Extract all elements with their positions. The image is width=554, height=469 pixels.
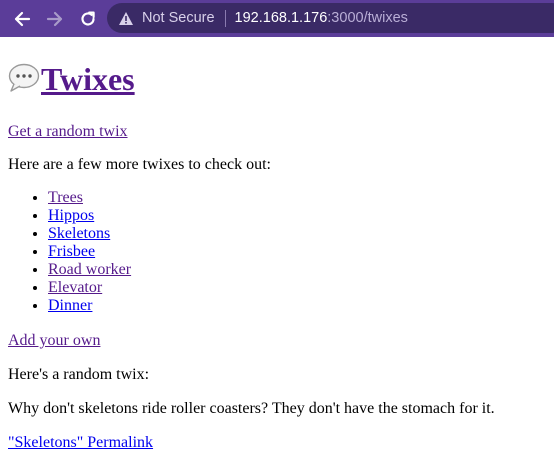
twix-link[interactable]: Frisbee: [48, 243, 95, 260]
more-twixes-intro: Here are a few more twixes to check out:: [8, 156, 271, 173]
twix-list-item: Road worker: [48, 261, 131, 279]
back-button[interactable]: [10, 7, 34, 31]
reload-button[interactable]: [76, 7, 100, 31]
reload-icon: [81, 11, 95, 26]
twix-list-item: Skeletons: [48, 225, 131, 243]
twix-link[interactable]: Road worker: [48, 261, 131, 278]
forward-arrow-icon: [46, 11, 63, 26]
twix-link[interactable]: Dinner: [48, 297, 92, 314]
permalink-link[interactable]: "Skeletons" Permalink: [8, 434, 153, 451]
random-twix-content: Why don't skeletons ride roller coasters…: [8, 400, 495, 417]
twix-list-item: Hippos: [48, 207, 131, 225]
security-status[interactable]: Not Secure: [142, 10, 215, 26]
url-host[interactable]: 192.168.1.176: [235, 10, 328, 26]
address-bar[interactable]: Not Secure 192.168.1.176:3000/twixes: [107, 3, 554, 33]
twix-link[interactable]: Elevator: [48, 279, 102, 296]
speech-bubble-icon: [8, 63, 40, 92]
page-title-text: Twixes: [41, 61, 135, 97]
forward-button[interactable]: [43, 7, 67, 31]
twix-list-item: Elevator: [48, 279, 131, 297]
twix-link[interactable]: Hippos: [48, 207, 94, 224]
permalink-paragraph: "Skeletons" Permalink: [8, 434, 153, 452]
home-link[interactable]: Twixes: [8, 61, 135, 97]
twix-link[interactable]: Skeletons: [48, 225, 110, 242]
add-twix-paragraph: Add your own: [8, 332, 100, 350]
twix-list-item: Frisbee: [48, 243, 131, 261]
twix-list: TreesHipposSkeletonsFrisbeeRoad workerEl…: [8, 189, 131, 315]
back-arrow-icon: [14, 11, 31, 26]
twix-list-item: Dinner: [48, 297, 131, 315]
browser-toolbar: Not Secure 192.168.1.176:3000/twixes: [0, 0, 554, 37]
url-divider: [224, 9, 226, 27]
random-twix-link[interactable]: Get a random twix: [8, 123, 128, 140]
warning-icon[interactable]: [118, 11, 134, 26]
page-title: Twixes: [8, 61, 135, 98]
random-twix-paragraph: Get a random twix: [8, 123, 128, 141]
twix-link[interactable]: Trees: [48, 189, 83, 206]
twix-list-item: Trees: [48, 189, 131, 207]
url-path[interactable]: :3000/twixes: [327, 10, 408, 26]
random-twix-heading: Here's a random twix:: [8, 366, 150, 383]
add-twix-link[interactable]: Add your own: [8, 332, 100, 349]
